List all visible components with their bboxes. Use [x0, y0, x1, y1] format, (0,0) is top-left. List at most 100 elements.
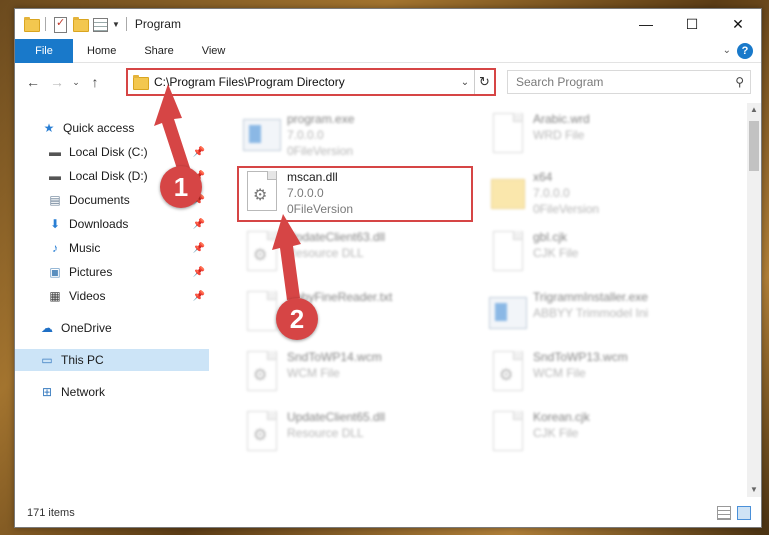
- up-arrow-icon[interactable]: ↑: [83, 74, 107, 90]
- tab-view[interactable]: View: [188, 39, 240, 63]
- file-item[interactable]: ⚙ SndToWP13.wcm WCM File: [483, 347, 723, 403]
- file-detail: WRD File: [533, 128, 585, 142]
- file-detail: 7.0.0.0: [533, 186, 570, 200]
- file-item[interactable]: Arabic.wrd WRD File: [483, 109, 723, 165]
- tab-share[interactable]: Share: [130, 39, 187, 63]
- file-detail: 0FileVersion: [287, 144, 354, 158]
- cloud-icon: ☁: [41, 321, 53, 335]
- step-badge-1: 1: [160, 166, 202, 208]
- sidebar-item-label: Local Disk (D:): [69, 169, 148, 183]
- back-arrow-icon[interactable]: ←: [21, 74, 45, 90]
- forward-arrow-icon[interactable]: →: [45, 74, 69, 90]
- file-detail: CJK File: [533, 426, 579, 440]
- file-name: program.exe: [287, 112, 355, 126]
- sidebar-item-videos[interactable]: ▦ Videos 📌: [15, 285, 209, 307]
- videos-icon: ▦: [49, 289, 61, 303]
- help-icon[interactable]: ?: [737, 42, 753, 59]
- expand-ribbon-icon[interactable]: ⌄: [723, 45, 731, 56]
- sidebar-item-this-pc[interactable]: ▭ This PC: [15, 349, 209, 371]
- file-name: Korean.cjk: [533, 410, 590, 424]
- sidebar-item-quick-access[interactable]: ★ Quick access: [15, 117, 209, 139]
- minimize-button[interactable]: —: [623, 9, 669, 39]
- chevron-down-icon[interactable]: ⌄: [456, 77, 474, 88]
- computer-icon: ▭: [41, 353, 53, 367]
- document-icon: [487, 113, 527, 159]
- gear-icon: ⚙: [253, 187, 268, 204]
- select-icon[interactable]: [92, 16, 108, 32]
- file-name: Arabic.wrd: [533, 112, 590, 126]
- tab-file[interactable]: File: [15, 38, 73, 63]
- sidebar-item-local-disk-c[interactable]: ▬ Local Disk (C:) 📌: [15, 141, 209, 163]
- close-button[interactable]: ✕: [715, 9, 761, 39]
- refresh-icon[interactable]: ↻: [474, 70, 494, 94]
- file-item[interactable]: ⚙ SndToWP14.wcm WCM File: [237, 347, 477, 403]
- explorer-window: ▼ Program — ☐ ✕ File Home Share View ⌄ ?…: [14, 8, 762, 528]
- sidebar-item-downloads[interactable]: ⬇ Downloads 📌: [15, 213, 209, 235]
- window-controls: — ☐ ✕: [623, 9, 761, 39]
- pin-icon: 📌: [192, 242, 205, 254]
- file-item[interactable]: program.exe 7.0.0.0 0FileVersion: [237, 109, 477, 165]
- sidebar-item-pictures[interactable]: ▣ Pictures 📌: [15, 261, 209, 283]
- dll-file-icon: ⚙: [241, 231, 281, 277]
- details-view-icon[interactable]: [717, 506, 731, 520]
- status-bar: 171 items: [15, 499, 761, 527]
- sidebar-item-label: Local Disk (C:): [69, 145, 148, 159]
- gear-icon: ⚙: [253, 427, 268, 444]
- window-title: Program: [134, 17, 181, 31]
- maximize-button[interactable]: ☐: [669, 9, 715, 39]
- sidebar-item-label: Documents: [69, 193, 130, 207]
- file-detail: 0FileVersion: [533, 202, 600, 216]
- file-detail: WCM File: [533, 366, 586, 380]
- search-input[interactable]: [516, 75, 726, 89]
- file-item[interactable]: gbl.cjk CJK File: [483, 227, 723, 283]
- file-item[interactable]: ⚙ UpdateClient63.dll Resource DLL: [237, 227, 477, 283]
- properties-icon[interactable]: [52, 16, 68, 33]
- file-detail: Resource DLL: [287, 246, 364, 260]
- file-detail: CJK File: [533, 246, 579, 260]
- sidebar-item-label: Downloads: [69, 217, 129, 231]
- sidebar-item-network[interactable]: ⊞ Network: [15, 381, 209, 403]
- file-detail: Resource DLL: [287, 426, 364, 440]
- scroll-down-icon[interactable]: ▼: [747, 483, 761, 497]
- toolbar-divider: [125, 17, 127, 31]
- step-badge-2: 2: [276, 298, 318, 340]
- gear-icon: ⚙: [253, 367, 268, 384]
- scroll-up-icon[interactable]: ▲: [747, 103, 761, 117]
- folder-icon: [487, 171, 527, 217]
- file-item[interactable]: TrigrammInstaller.exe ABBYY Trimmodel In…: [483, 287, 723, 343]
- sidebar-item-label: Music: [69, 241, 101, 255]
- file-name: SndToWP13.wcm: [533, 350, 628, 364]
- wcm-file-icon: ⚙: [241, 351, 281, 397]
- navigation-pane: ★ Quick access ▬ Local Disk (C:) 📌 ▬ Loc…: [15, 105, 211, 497]
- sidebar-item-onedrive[interactable]: ☁ OneDrive: [15, 317, 209, 339]
- new-folder-icon[interactable]: [72, 16, 89, 32]
- recent-locations-icon[interactable]: ⌄: [69, 77, 83, 88]
- file-item[interactable]: x64 7.0.0.0 0FileVersion: [483, 167, 723, 223]
- file-detail: 7.0.0.0: [287, 128, 324, 142]
- file-name: x64: [533, 170, 553, 184]
- file-name: TrigrammInstaller.exe: [533, 290, 648, 304]
- file-item[interactable]: AbbyFineReader.txt File: [237, 287, 477, 343]
- highlight-frame: [237, 166, 473, 222]
- sidebar-item-music[interactable]: ♪ Music 📌: [15, 237, 209, 259]
- title-bar: ▼ Program — ☐ ✕: [15, 9, 761, 39]
- customize-dropdown-icon[interactable]: ▼: [112, 20, 120, 29]
- view-switcher: [717, 506, 751, 520]
- tiles-view-icon[interactable]: [737, 506, 751, 520]
- application-icon: [241, 113, 281, 159]
- sidebar-item-label: OneDrive: [61, 321, 112, 335]
- file-item[interactable]: Korean.cjk CJK File: [483, 407, 723, 463]
- tab-home[interactable]: Home: [73, 39, 130, 63]
- gear-icon: ⚙: [499, 367, 514, 384]
- file-item[interactable]: ⚙ UpdateClient65.dll Resource DLL: [237, 407, 477, 463]
- address-bar[interactable]: C:\Program Files\Program Directory ⌄ ↻: [126, 68, 496, 96]
- search-box[interactable]: ⚲: [507, 70, 751, 94]
- item-count: 171 items: [27, 507, 75, 519]
- folder-icon: [132, 74, 149, 90]
- search-icon[interactable]: ⚲: [735, 75, 744, 89]
- scroll-thumb[interactable]: [749, 121, 759, 171]
- vertical-scrollbar[interactable]: ▲ ▼: [747, 103, 761, 497]
- folder-icon: [23, 16, 40, 32]
- pin-icon: 📌: [192, 290, 205, 302]
- sidebar-item-label: Quick access: [63, 121, 135, 135]
